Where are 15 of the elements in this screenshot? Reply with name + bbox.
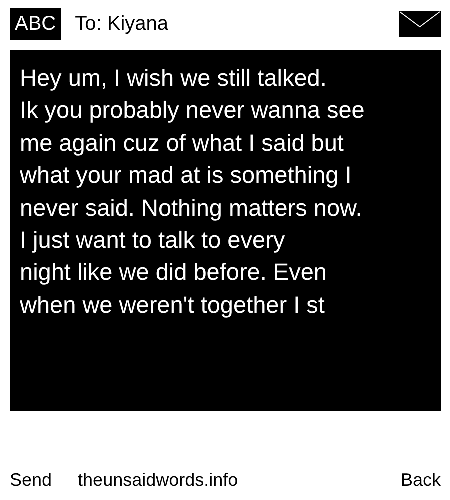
back-softkey[interactable]: Back [400, 470, 441, 491]
message-line: what your mad at is something I [20, 161, 352, 190]
input-mode-indicator: ABC [10, 8, 62, 40]
message-line: me again cuz of what I said but [20, 128, 344, 158]
site-label: theunsaidwords.info [78, 470, 238, 491]
envelope-icon [399, 11, 441, 37]
recipient-label: To: Kiyana [75, 12, 169, 36]
send-softkey[interactable]: Send [10, 470, 52, 491]
message-body[interactable] [10, 50, 441, 411]
message-line: never said. Nothing matters now. [20, 194, 362, 223]
message-line: Ik you probably never wanna see [20, 96, 365, 126]
message-line: when we weren't together I st [20, 290, 325, 320]
message-line: I just want to talk to every [20, 226, 286, 256]
message-line: night like we did before. Even [20, 258, 327, 288]
message-line: Hey um, I wish we still talked. [20, 64, 327, 93]
